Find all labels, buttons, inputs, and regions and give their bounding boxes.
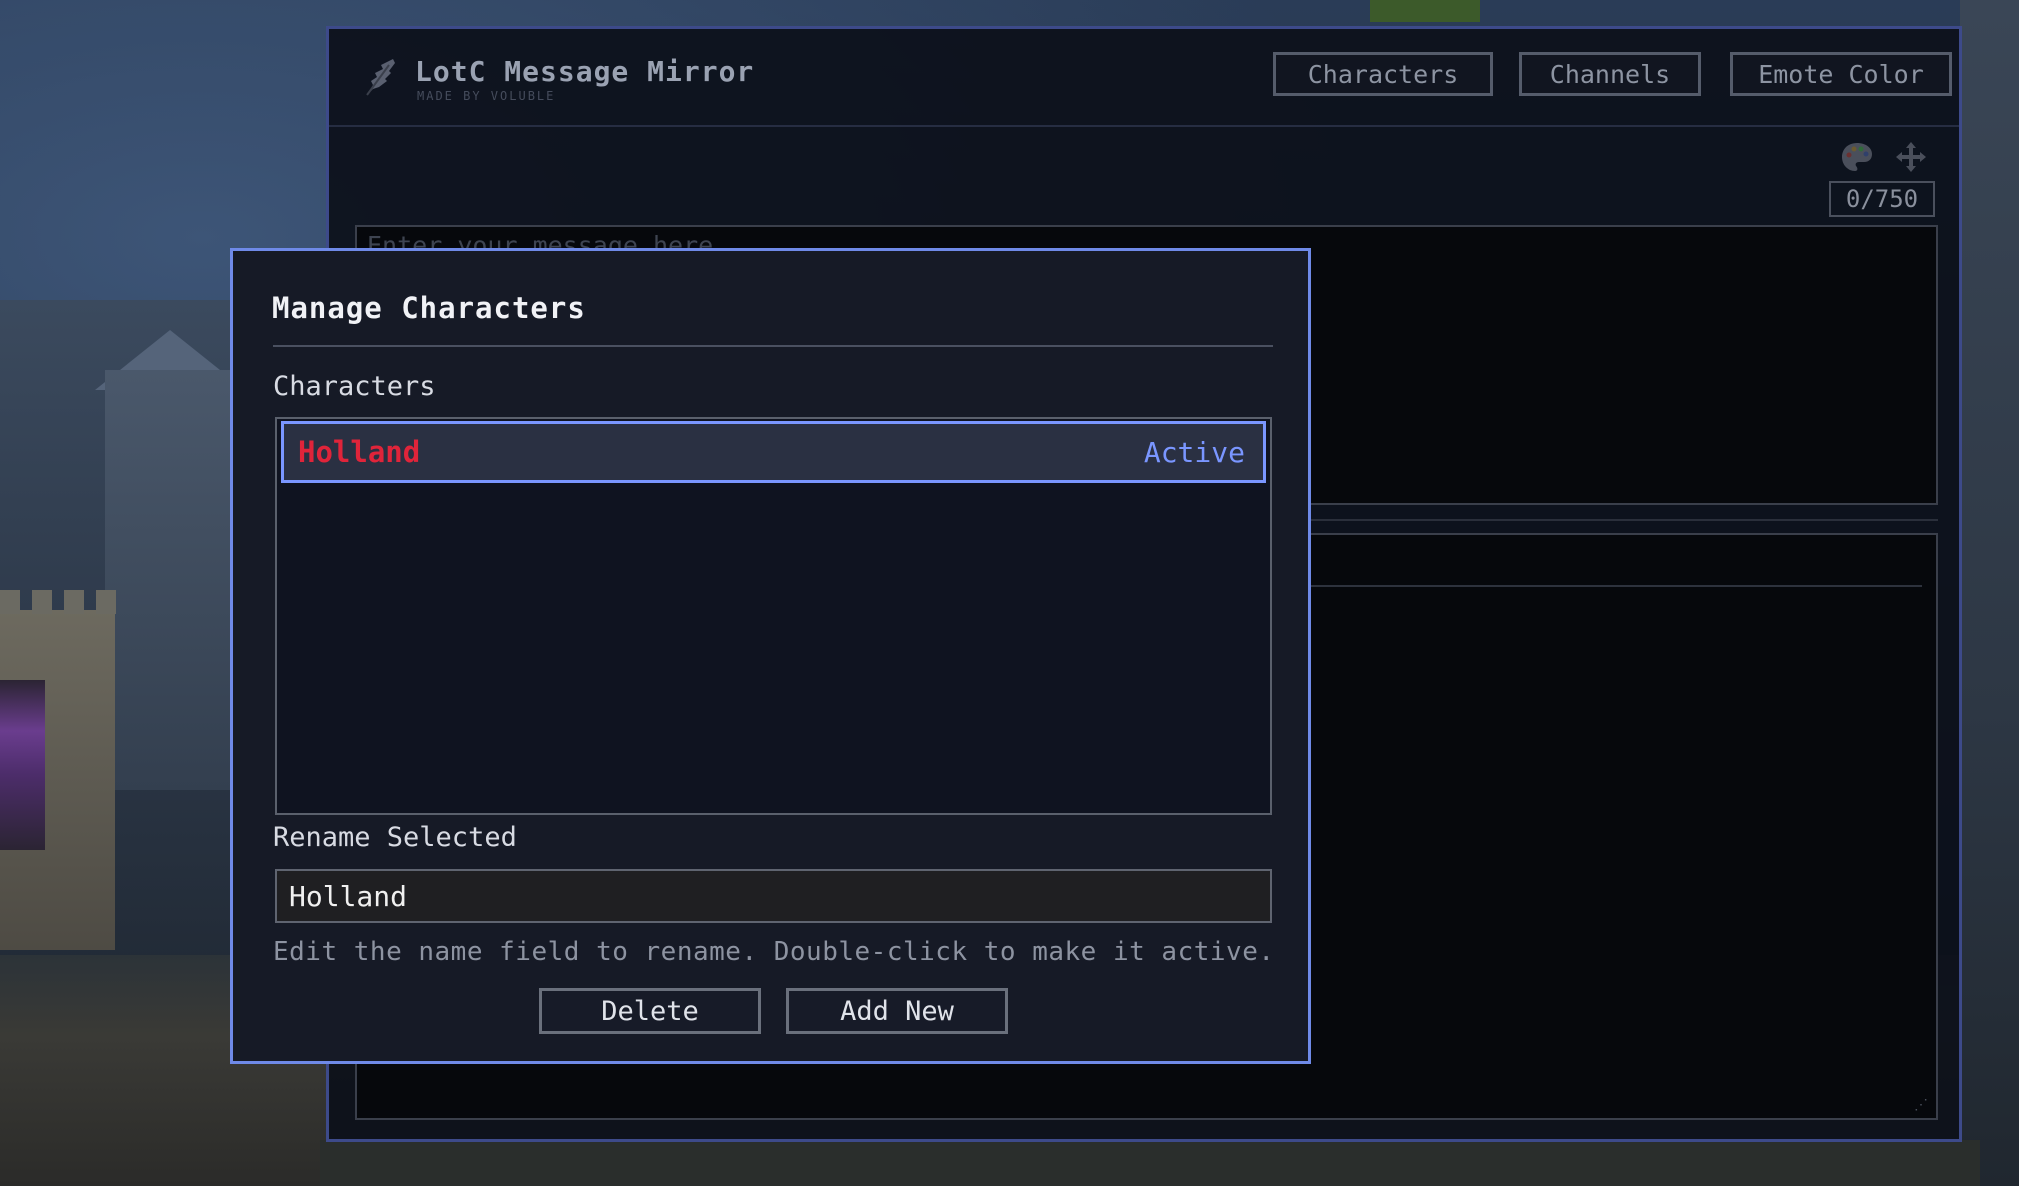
help-text: Edit the name field to rename. Double-cl… [273, 937, 1275, 967]
emote-color-button[interactable]: Emote Color [1730, 52, 1952, 96]
background-crenel [32, 590, 52, 614]
rename-label: Rename Selected [273, 822, 517, 853]
character-list[interactable]: Holland Active [275, 417, 1272, 815]
background-tree [1370, 0, 1480, 22]
window-header: LotC Message Mirror MADE BY VOLUBLE Char… [329, 29, 1959, 127]
title-divider [273, 345, 1273, 347]
channels-button[interactable]: Channels [1519, 52, 1701, 96]
move-icon[interactable] [1893, 139, 1929, 175]
feather-quill-icon [366, 59, 395, 96]
app-title: LotC Message Mirror [415, 55, 755, 88]
background-tower [105, 370, 235, 790]
characters-label: Characters [273, 371, 436, 402]
delete-button[interactable]: Delete [539, 988, 761, 1034]
character-name: Holland [298, 435, 421, 469]
active-status: Active [1143, 435, 1245, 469]
characters-button[interactable]: Characters [1273, 52, 1493, 96]
add-new-button[interactable]: Add New [786, 988, 1008, 1034]
background-banner [0, 680, 45, 850]
character-counter: 0/750 [1829, 181, 1935, 217]
dialog-title: Manage Characters [272, 291, 586, 325]
background-crenel [64, 590, 84, 614]
manage-characters-dialog: Manage Characters Characters Holland Act… [230, 248, 1311, 1064]
background-crenel [0, 590, 20, 614]
palette-icon[interactable] [1839, 139, 1875, 175]
app-subtitle: MADE BY VOLUBLE [417, 89, 556, 103]
rename-input[interactable] [275, 869, 1272, 923]
resize-grip-icon[interactable]: ⋰ [1914, 1096, 1932, 1114]
list-item[interactable]: Holland Active [281, 421, 1266, 483]
background-crenel [96, 590, 116, 614]
background-floor [320, 1140, 1980, 1186]
background-right-wall [1960, 0, 2019, 1186]
